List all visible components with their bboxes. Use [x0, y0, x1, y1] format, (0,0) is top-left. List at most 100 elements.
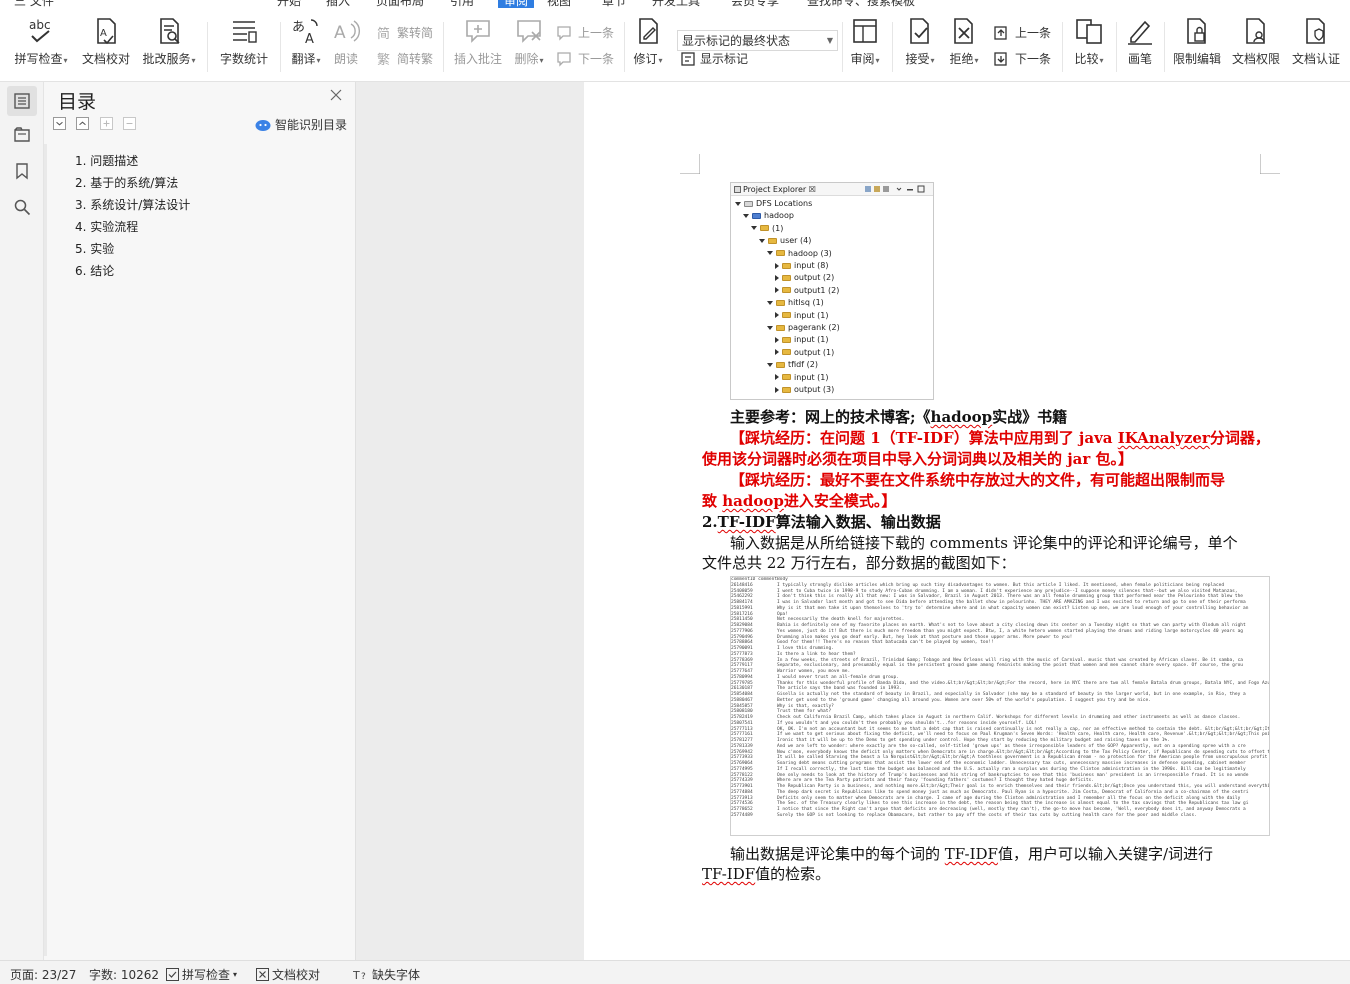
toc-item[interactable]: 2. 基于的系统/算法 [75, 174, 178, 191]
status-missing-font[interactable]: T? 缺失字体 [353, 966, 420, 983]
markup-display-select[interactable]: 显示标记的最终状态 ▼ [677, 30, 838, 51]
track-changes-button[interactable]: 修订 [630, 16, 666, 67]
prev-comment-button[interactable]: 上一条 [556, 24, 614, 41]
translate-button[interactable]: あA 翻译 [288, 16, 324, 67]
folder-icon [776, 361, 785, 368]
toc-item[interactable]: 3. 系统设计/算法设计 [75, 196, 190, 213]
status-spell-check-label: 拼写检查 [182, 968, 231, 982]
close-icon[interactable] [330, 89, 342, 101]
word-count-button[interactable]: 字数统计 [216, 16, 272, 67]
next-comment-label: 下一条 [578, 52, 615, 66]
svg-text:あ: あ [292, 20, 305, 35]
misspelled-word: IKAnalyzer [1117, 429, 1210, 447]
spell-check-label: 拼写检查 [10, 50, 72, 67]
expanded-arrow-icon [751, 226, 757, 231]
menu-tab[interactable]: 页面布局 [376, 0, 424, 8]
collapsed-arrow-icon [775, 287, 779, 294]
show-markup-button[interactable]: 显示标记 [680, 50, 748, 67]
to-traditional-button[interactable]: 简 繁转简 [377, 24, 433, 41]
insert-comment-button[interactable]: 插入批注 [452, 16, 504, 67]
compare-icon [1076, 19, 1102, 44]
toc-item[interactable]: 4. 实验流程 [75, 218, 138, 235]
chapter-pane-button[interactable] [7, 120, 37, 150]
menu-tab[interactable]: 开始 [277, 0, 301, 8]
tree-node-label: hitlsq (1) [788, 298, 824, 308]
compare-label: 比较 [1070, 50, 1108, 67]
tree-node: hadoop [743, 210, 794, 221]
smart-toc-label: 智能识别目录 [275, 118, 348, 132]
next-comment-button[interactable]: 下一条 [556, 50, 614, 67]
promote-level-icon[interactable] [100, 117, 113, 130]
collapse-all-icon[interactable] [53, 117, 66, 130]
demote-level-icon[interactable] [123, 117, 136, 130]
restrict-edit-label: 限制编辑 [1172, 52, 1221, 66]
smart-toc-button[interactable]: 智能识别目录 [255, 116, 347, 133]
to-simplified-button[interactable]: 繁 简转繁 [377, 50, 433, 67]
prev-comment-label: 上一条 [578, 26, 615, 40]
svg-text:T: T [353, 969, 360, 981]
input-description-line-1: 输入数据是从所给链接下载的 comments 评论集中的评论和评论编号，单个 [730, 534, 1238, 552]
status-spell-check[interactable]: 拼写检查 ▾ [166, 966, 237, 983]
misspelled-word: hadoop [722, 492, 784, 510]
next-change-button[interactable]: 下一条 [993, 50, 1051, 67]
doc-proof-icon: A [97, 18, 116, 45]
doc-permission-button[interactable]: 文档权限 [1229, 16, 1283, 67]
next-change-icon [994, 51, 1007, 66]
spell-check-button[interactable]: abc 拼写检查 [10, 16, 72, 67]
toc-item[interactable]: 6. 结论 [75, 262, 114, 279]
expanded-arrow-icon [759, 238, 765, 243]
bookmark-pane-button[interactable] [7, 156, 37, 186]
batch-service-button[interactable]: 批改服务 [139, 16, 199, 67]
compare-button[interactable]: 比较 [1070, 16, 1108, 67]
collapsed-arrow-icon [775, 374, 779, 381]
word-count-indicator[interactable]: 字数: 10262 [89, 966, 159, 983]
outline-icon [14, 93, 30, 109]
reject-button[interactable]: 拒绝 [946, 16, 982, 67]
toc-item[interactable]: 5. 实验 [75, 240, 114, 257]
convert-traditional-icon: 简 [377, 26, 390, 41]
comment-row: 25815991 Why is it that men take it upon … [731, 606, 1269, 612]
doc-proof-label: 文档校对 [81, 52, 130, 66]
tree-node: DFS Locations [735, 198, 812, 209]
menu-tab[interactable]: 插入 [326, 0, 350, 8]
accept-button[interactable]: 接受 [902, 16, 938, 67]
menu-tab[interactable]: 三 文件 [14, 0, 54, 8]
menu-tab[interactable]: 审阅 [498, 0, 535, 8]
page-corner-mark [1260, 154, 1280, 174]
collapsed-arrow-icon [775, 386, 779, 393]
menu-tab[interactable]: 引用 [450, 0, 474, 8]
prev-comment-icon [557, 25, 571, 41]
read-aloud-button[interactable]: A 朗读 [330, 16, 362, 67]
expand-all-icon[interactable] [76, 117, 89, 130]
review-pane-button[interactable]: 审阅 [847, 16, 883, 67]
page-indicator[interactable]: 页面: 23/27 [10, 966, 76, 983]
ribbon-divider [443, 22, 444, 72]
menu-tab[interactable]: 视图 [547, 0, 571, 8]
toc-item[interactable]: 1. 问题描述 [75, 152, 138, 169]
output-text: 值，用户可以输入关键字/词进行 [997, 845, 1214, 863]
explorer-tab-label: Project Explorer ☒ [743, 185, 816, 194]
menu-tab[interactable]: 会员专享 [731, 0, 779, 8]
misspelled-word: TF-IDF [717, 513, 776, 531]
document-page[interactable]: Project Explorer ☒ DFS Locations hadoop (1… [584, 82, 1350, 960]
accept-label: 接受 [902, 50, 938, 67]
pitfall-text: 【踩坑经历：在问题 1（TF-IDF）算法中应用到了 java [730, 429, 1118, 447]
find-pane-button[interactable] [7, 192, 37, 222]
toc-pane-button[interactable] [7, 86, 37, 116]
menu-tab[interactable]: 查找命令、搜索模板 [807, 0, 915, 8]
delete-comment-button[interactable]: 删除 [511, 16, 547, 67]
doc-certify-button[interactable]: 文档认证 [1288, 16, 1344, 67]
menu-tab[interactable]: 章节 [602, 0, 626, 8]
comment-body: Why is it that men take it upon themselv… [777, 605, 1249, 611]
doc-proof-button[interactable]: A 文档校对 [80, 16, 132, 67]
tree-node-label: hadoop [764, 211, 794, 221]
pitfall-text: 致 [702, 492, 723, 510]
pitfall-1-line-1: 【踩坑经历：在问题 1（TF-IDF）算法中应用到了 java IKAnalyz… [730, 428, 1270, 449]
restrict-edit-button[interactable]: 限制编辑 [1170, 16, 1224, 67]
comments-data-image: commentID commentBody 26148416 I typicall… [730, 576, 1270, 836]
menu-tab[interactable]: 开发工具 [652, 0, 700, 8]
tree-node: pagerank (2) [767, 322, 840, 333]
status-doc-proof[interactable]: 文档校对 [256, 966, 320, 983]
prev-change-button[interactable]: 上一条 [993, 24, 1051, 41]
ink-button[interactable]: 画笔 [1123, 16, 1157, 67]
